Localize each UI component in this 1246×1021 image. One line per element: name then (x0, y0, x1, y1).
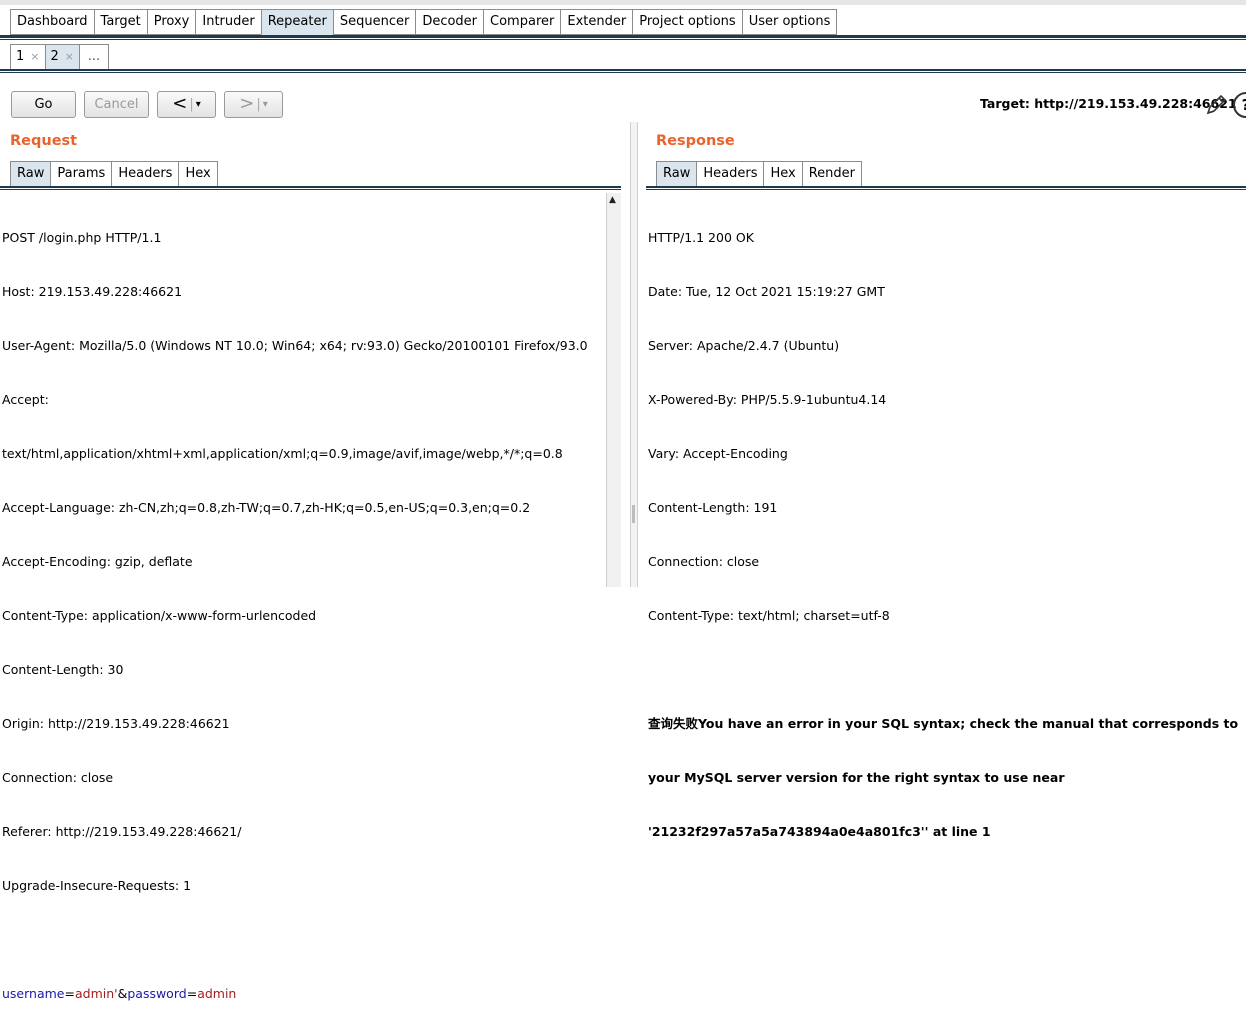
equals-sign: = (186, 986, 198, 1001)
response-line: Content-Type: text/html; charset=utf-8 (648, 608, 890, 623)
response-line: HTTP/1.1 200 OK (648, 230, 754, 245)
tab-proxy[interactable]: Proxy (146, 9, 196, 35)
request-tab-rule (0, 186, 621, 188)
request-tab-raw[interactable]: Raw (10, 161, 51, 187)
response-line: Connection: close (648, 554, 760, 569)
request-line: User-Agent: Mozilla/5.0 (Windows NT 10.0… (2, 338, 588, 353)
window-top-strip (0, 0, 1246, 5)
tab-target[interactable]: Target (93, 9, 147, 35)
help-icon[interactable]: ? (1233, 92, 1246, 118)
divider-grip-icon[interactable] (632, 505, 635, 523)
tab-repeater[interactable]: Repeater (260, 9, 333, 35)
response-line: Content-Length: 191 (648, 500, 778, 515)
response-line (648, 661, 1244, 679)
response-tab-rule-thin (646, 189, 1246, 190)
request-line: Referer: http://219.153.49.228:46621/ (2, 824, 242, 839)
param-value: admin' (74, 986, 118, 1001)
tab-intruder[interactable]: Intruder (195, 9, 261, 35)
request-tab-params[interactable]: Params (50, 161, 112, 187)
response-tab-hex[interactable]: Hex (763, 161, 802, 187)
tab-sequencer[interactable]: Sequencer (332, 9, 416, 35)
request-line: text/html,application/xhtml+xml,applicat… (2, 446, 563, 461)
response-view-tabs: Raw Headers Hex Render (656, 161, 862, 187)
response-viewer[interactable]: HTTP/1.1 200 OK Date: Tue, 12 Oct 2021 1… (648, 193, 1244, 859)
back-arrow-icon: < (172, 93, 188, 114)
chevron-down-icon: ▾ (195, 99, 201, 110)
request-tab-rule-thin (0, 189, 621, 190)
request-line: Content-Length: 30 (2, 662, 124, 677)
forward-arrow-icon: > (239, 93, 255, 114)
response-line: Server: Apache/2.4.7 (Ubuntu) (648, 338, 840, 353)
scroll-up-arrow-icon[interactable]: ▲ (609, 195, 616, 205)
request-line: Host: 219.153.49.228:46621 (2, 284, 183, 299)
repeater-tab-bar: 1 × 2 × ... (10, 44, 109, 70)
request-body: username=admin'&password=admin (2, 985, 602, 1003)
repeater-tab-label: 1 (16, 49, 25, 64)
response-tab-raw[interactable]: Raw (656, 161, 697, 187)
response-title: Response (656, 133, 735, 149)
response-tab-rule (646, 186, 1246, 188)
tab-decoder[interactable]: Decoder (415, 9, 484, 35)
tab-extender[interactable]: Extender (560, 9, 633, 35)
response-tab-render[interactable]: Render (801, 161, 862, 187)
main-tab-bar: Dashboard Target Proxy Intruder Repeater… (10, 9, 838, 35)
split-pane-divider[interactable] (630, 122, 638, 587)
request-scrollbar[interactable]: ▲ (606, 193, 621, 587)
request-tab-hex[interactable]: Hex (178, 161, 218, 187)
request-line: Upgrade-Insecure-Requests: 1 (2, 878, 192, 893)
back-button[interactable]: < | ▾ (157, 91, 216, 118)
forward-button[interactable]: > | ▾ (224, 91, 283, 118)
go-button[interactable]: Go (11, 91, 76, 118)
request-tab-headers[interactable]: Headers (111, 161, 179, 187)
request-line: POST /login.php HTTP/1.1 (2, 230, 162, 245)
request-line: Content-Type: application/x-www-form-url… (2, 608, 317, 623)
close-icon[interactable]: × (65, 50, 74, 63)
sub-tab-rule (0, 69, 1246, 71)
target-label: Target: http://219.153.49.228:46621 (980, 96, 1237, 111)
tab-dashboard[interactable]: Dashboard (10, 9, 94, 35)
repeater-tab-label: 2 (50, 49, 59, 64)
request-line: Accept-Encoding: gzip, deflate (2, 554, 193, 569)
response-body-line: 查询失败You have an error in your SQL syntax… (648, 716, 1239, 731)
param-value: admin (197, 986, 237, 1001)
cancel-button[interactable]: Cancel (84, 91, 149, 118)
new-tab-button[interactable]: ... (79, 44, 109, 70)
request-line: Connection: close (2, 770, 114, 785)
response-body-line: '21232f297a57a5a743894a0e4a801fc3'' at l… (648, 824, 991, 839)
repeater-tab-1[interactable]: 1 × (10, 44, 45, 70)
request-line: Origin: http://219.153.49.228:46621 (2, 716, 230, 731)
repeater-tab-2[interactable]: 2 × (44, 44, 79, 70)
response-line: X-Powered-By: PHP/5.5.9-1ubuntu4.14 (648, 392, 887, 407)
sub-tab-rule-thin (0, 72, 1246, 73)
divider: | (189, 97, 194, 112)
tab-project-options[interactable]: Project options (632, 9, 742, 35)
param-name: username (2, 986, 65, 1001)
request-editor[interactable]: POST /login.php HTTP/1.1 Host: 219.153.4… (2, 193, 602, 1021)
pencil-icon[interactable] (1204, 93, 1228, 117)
chevron-down-icon: ▾ (262, 99, 268, 110)
close-icon[interactable]: × (30, 50, 39, 63)
request-line: Accept: (2, 392, 49, 407)
request-view-tabs: Raw Params Headers Hex (10, 161, 218, 187)
main-tab-rule-thin (0, 39, 1246, 40)
tab-user-options[interactable]: User options (741, 9, 838, 35)
param-name: password (127, 986, 187, 1001)
divider: | (256, 97, 261, 112)
equals-sign: = (64, 986, 75, 1001)
response-tab-headers[interactable]: Headers (696, 161, 764, 187)
tab-comparer[interactable]: Comparer (483, 9, 561, 35)
response-body-line: your MySQL server version for the right … (648, 770, 1065, 785)
request-line: Accept-Language: zh-CN,zh;q=0.8,zh-TW;q=… (2, 500, 531, 515)
request-line (2, 931, 602, 949)
main-tab-rule (0, 35, 1246, 38)
ampersand: & (117, 986, 128, 1001)
request-title: Request (10, 133, 78, 149)
response-line: Vary: Accept-Encoding (648, 446, 788, 461)
response-line: Date: Tue, 12 Oct 2021 15:19:27 GMT (648, 284, 885, 299)
